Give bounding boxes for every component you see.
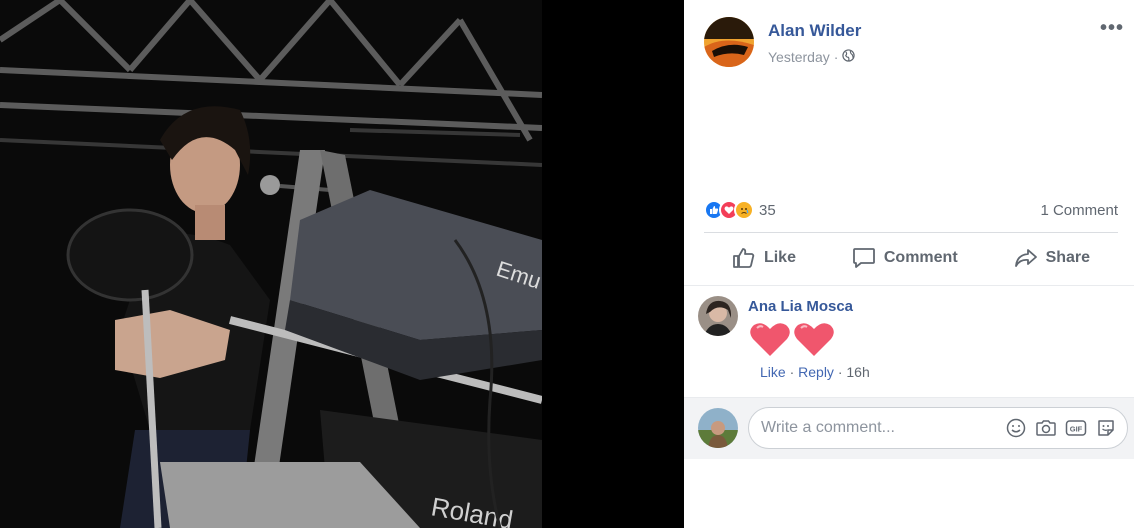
globe-icon[interactable]	[842, 49, 856, 65]
concert-photo-image: Emu Roland	[0, 0, 542, 528]
post-actions: Like Comment Share	[704, 236, 1118, 280]
current-user-avatar-image	[698, 408, 738, 448]
current-user-avatar	[698, 408, 738, 448]
comment-time[interactable]: 16h	[846, 364, 869, 380]
comment-input[interactable]: Write a comment... GIF	[748, 407, 1128, 449]
camera-icon[interactable]	[1035, 417, 1057, 439]
commenter-avatar[interactable]	[698, 296, 738, 336]
gif-icon[interactable]: GIF	[1065, 417, 1087, 439]
heart-emoji-icon	[794, 323, 834, 356]
smiley-icon[interactable]	[1005, 417, 1027, 439]
photo-viewer: Emu Roland	[0, 0, 684, 528]
comment-composer-area: Write a comment... GIF	[684, 397, 1134, 459]
comments-list: Ana Lia Mosca Like · Reply · 16h	[684, 285, 1134, 397]
comment-like-link[interactable]: Like	[760, 364, 786, 380]
comment-actions: Like · Reply · 16h	[760, 364, 870, 380]
post-side-panel: Alan Wilder Yesterday · ••• 35 1 Comment…	[684, 0, 1134, 528]
post-photo[interactable]: Emu Roland	[0, 0, 542, 528]
commenter-avatar-image	[698, 296, 738, 336]
comment-label: Comment	[883, 249, 958, 266]
reactions-bar: 35 1 Comment	[704, 198, 1118, 222]
comment-button[interactable]: Comment	[852, 247, 958, 269]
comment-reply-link[interactable]: Reply	[798, 364, 834, 380]
thumbs-up-icon	[733, 248, 755, 268]
sticker-icon[interactable]	[1095, 417, 1117, 439]
comment-content	[748, 320, 836, 360]
comment-input-placeholder: Write a comment...	[761, 419, 895, 436]
reaction-icons[interactable]	[704, 200, 754, 220]
share-arrow-icon	[1014, 249, 1037, 267]
like-label: Like	[763, 249, 796, 266]
author-avatar[interactable]	[704, 17, 754, 67]
heart-emoji-icon	[750, 323, 790, 356]
share-button[interactable]: Share	[1014, 247, 1090, 269]
composer-icons: GIF	[1005, 417, 1117, 439]
author-name[interactable]: Alan Wilder	[768, 21, 861, 41]
post-header: Alan Wilder Yesterday · •••	[704, 17, 1124, 69]
panel-bottom	[684, 459, 1134, 528]
more-options-icon[interactable]: •••	[1100, 18, 1124, 38]
svg-text:GIF: GIF	[1070, 425, 1083, 434]
sad-reaction-icon	[734, 200, 754, 220]
commenter-name[interactable]: Ana Lia Mosca	[748, 298, 853, 315]
author-avatar-image	[704, 17, 754, 67]
reaction-count[interactable]: 35	[759, 202, 776, 219]
post-timestamp[interactable]: Yesterday	[768, 49, 830, 65]
separator: ·	[785, 364, 799, 380]
share-label: Share	[1045, 249, 1091, 266]
comment-count[interactable]: 1 Comment	[1040, 202, 1118, 219]
post-meta: Yesterday ·	[768, 49, 856, 65]
divider	[704, 232, 1118, 233]
separator: ·	[833, 364, 847, 380]
comment-bubble-icon	[852, 248, 875, 268]
meta-separator: ·	[833, 49, 839, 65]
like-button[interactable]: Like	[732, 247, 796, 269]
